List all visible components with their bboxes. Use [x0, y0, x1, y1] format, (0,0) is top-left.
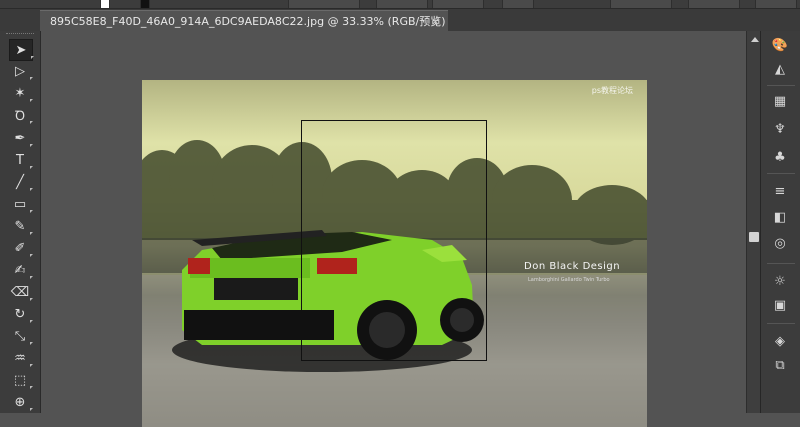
- shape-builder-tool-icon[interactable]: ⊕: [9, 392, 33, 412]
- direct-selection-tool-icon[interactable]: ▷: [9, 61, 33, 81]
- appearance-panel-icon[interactable]: ☼: [770, 271, 790, 291]
- rotate-tool-icon[interactable]: ↻: [9, 304, 33, 324]
- color-guide-icon[interactable]: ◭: [770, 59, 790, 79]
- brand-subtext: Lamborghini Gallardo Twin Turbo: [528, 277, 610, 283]
- scroll-up-icon[interactable]: [751, 37, 759, 42]
- flyout-indicator: [30, 77, 33, 80]
- flyout-indicator: [30, 408, 33, 411]
- brand-text: Don Black Design: [524, 261, 621, 272]
- collapsed-panels-dock: 🎨 ◭ ▦ ♆ ♣ ≡ ◧ ◎ ☼ ▣ ◈ ⧉: [760, 31, 800, 413]
- brushes-panel-icon[interactable]: ♆: [770, 119, 790, 139]
- selection-rectangle[interactable]: [301, 120, 487, 361]
- flyout-indicator: [31, 56, 34, 59]
- stroke-weight-field[interactable]: [288, 0, 360, 8]
- variable-width-field[interactable]: [376, 0, 428, 8]
- document-setup-button[interactable]: [610, 0, 672, 8]
- magic-wand-tool-icon[interactable]: ✶: [9, 83, 33, 103]
- flyout-indicator: [30, 298, 33, 301]
- transparency-panel-icon[interactable]: ◎: [770, 233, 790, 253]
- artboards-panel-icon[interactable]: ⧉: [770, 355, 790, 375]
- free-transform-tool-icon[interactable]: ⬚: [9, 370, 33, 390]
- pen-tool-icon[interactable]: ✒: [9, 128, 33, 148]
- graphic-styles-icon[interactable]: ▣: [770, 295, 790, 315]
- control-bar: [0, 0, 800, 9]
- panel-divider: [767, 323, 795, 324]
- vertical-scrollbar[interactable]: [746, 31, 761, 413]
- flyout-indicator: [30, 166, 33, 169]
- panel-grip[interactable]: [6, 33, 34, 36]
- flyout-indicator: [30, 210, 33, 213]
- flyout-indicator: [30, 144, 33, 147]
- gradient-panel-icon[interactable]: ◧: [770, 207, 790, 227]
- document-tab-bar: 895C58E8_F40D_46A0_914A_6DC9AEDA8C22.jpg…: [0, 9, 800, 32]
- opacity-field[interactable]: [502, 0, 534, 8]
- layers-panel-icon[interactable]: ◈: [770, 331, 790, 351]
- type-tool-icon[interactable]: T: [9, 150, 33, 170]
- flyout-indicator: [30, 188, 33, 191]
- pencil-tool-icon[interactable]: ✐: [9, 238, 33, 258]
- document-tab-title: 895C58E8_F40D_46A0_914A_6DC9AEDA8C22.jpg…: [50, 15, 446, 28]
- panel-divider: [767, 263, 795, 264]
- flyout-indicator: [30, 386, 33, 389]
- panel-divider: [767, 173, 795, 174]
- tools-panel: ➤ ▷ ✶ Ꝺ ✒ T ╱ ▭ ✎ ✐ ✍ ⌫ ↻ ⤡ ♒ ⬚ ⊕: [0, 31, 41, 413]
- blob-brush-tool-icon[interactable]: ✍: [9, 260, 33, 280]
- flyout-indicator: [30, 121, 33, 124]
- watermark-text: ps教程论坛: [591, 86, 633, 95]
- scale-tool-icon[interactable]: ⤡: [9, 326, 33, 346]
- rectangle-tool-icon[interactable]: ▭: [9, 194, 33, 214]
- flyout-indicator: [30, 254, 33, 257]
- stroke-panel-icon[interactable]: ≡: [770, 181, 790, 201]
- canvas-area[interactable]: ps教程论坛 Don Black Design Lamborghini Gall…: [41, 31, 746, 427]
- lasso-tool-icon[interactable]: Ꝺ: [9, 105, 33, 125]
- flyout-indicator: [30, 276, 33, 279]
- flyout-indicator: [30, 364, 33, 367]
- flyout-indicator: [30, 320, 33, 323]
- panel-divider: [767, 85, 795, 86]
- paintbrush-tool-icon[interactable]: ✎: [9, 216, 33, 236]
- warp-tool-icon[interactable]: ♒: [9, 348, 33, 368]
- selection-tool-icon[interactable]: ➤: [9, 39, 34, 61]
- fill-swatch[interactable]: [100, 0, 110, 8]
- flyout-indicator: [30, 99, 33, 102]
- stroke-swatch[interactable]: [140, 0, 150, 8]
- swatches-panel-icon[interactable]: ▦: [770, 91, 790, 111]
- scroll-thumb[interactable]: [749, 232, 759, 242]
- symbols-panel-icon[interactable]: ♣: [770, 147, 790, 167]
- preferences-button[interactable]: [688, 0, 740, 8]
- flyout-indicator: [30, 232, 33, 235]
- flyout-indicator: [30, 342, 33, 345]
- document-tab[interactable]: 895C58E8_F40D_46A0_914A_6DC9AEDA8C22.jpg…: [40, 10, 448, 32]
- close-icon[interactable]: ×: [431, 11, 440, 32]
- color-panel-icon[interactable]: 🎨: [770, 35, 790, 55]
- eraser-tool-icon[interactable]: ⌫: [9, 282, 33, 302]
- brush-definition-field[interactable]: [432, 0, 484, 8]
- arrange-button[interactable]: [755, 0, 797, 8]
- line-segment-tool-icon[interactable]: ╱: [9, 172, 33, 192]
